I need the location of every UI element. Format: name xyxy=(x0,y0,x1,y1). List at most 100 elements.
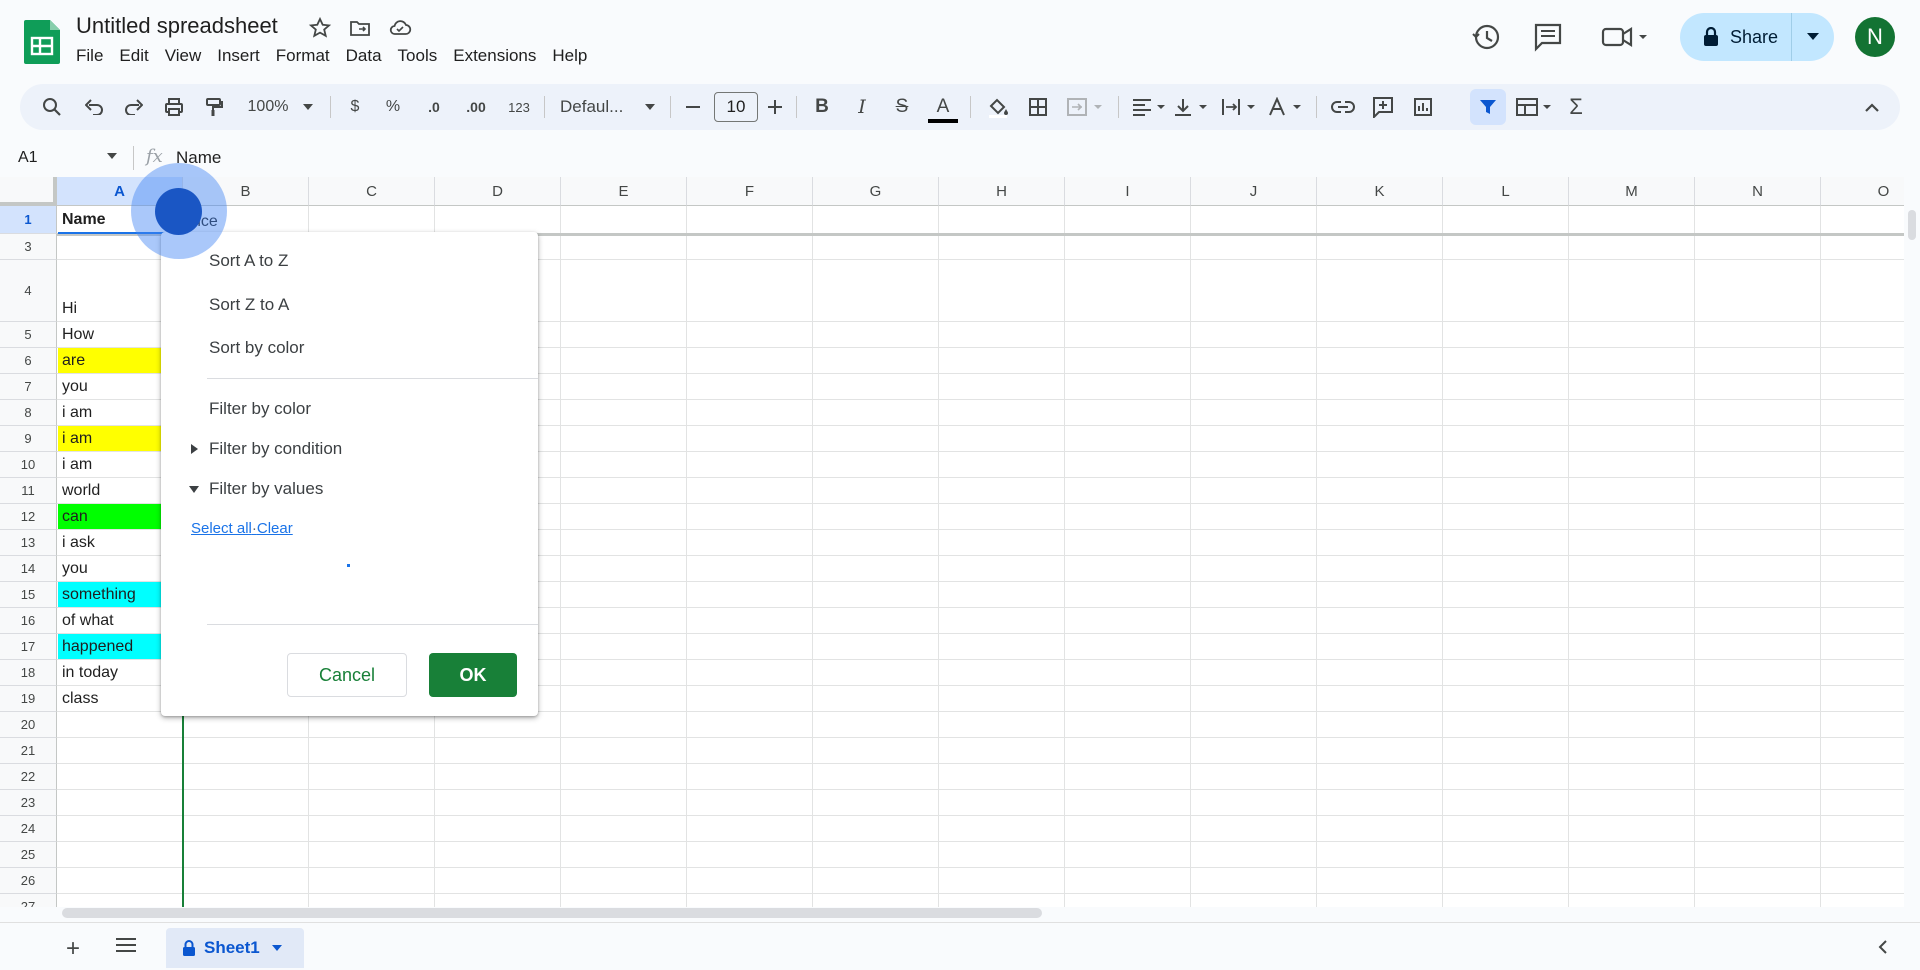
document-title[interactable]: Untitled spreadsheet xyxy=(76,13,278,39)
menu-edit[interactable]: Edit xyxy=(111,46,156,66)
menu-insert[interactable]: Insert xyxy=(209,46,268,66)
column-header-k[interactable]: K xyxy=(1317,177,1443,206)
column-header-g[interactable]: G xyxy=(813,177,939,206)
insert-chart-icon[interactable] xyxy=(1410,95,1436,119)
column-header-o[interactable]: O xyxy=(1821,177,1904,206)
meet-video-icon[interactable] xyxy=(1600,21,1648,53)
row-header-8[interactable]: 8 xyxy=(0,400,57,426)
font-select[interactable]: Defaul... xyxy=(560,95,640,119)
horizontal-align-icon[interactable] xyxy=(1130,95,1170,119)
font-chevron-icon[interactable] xyxy=(644,95,656,119)
select-all-corner[interactable] xyxy=(0,177,57,206)
more-formats-button[interactable]: 123 xyxy=(504,95,534,119)
sheet-tab[interactable]: Sheet1 xyxy=(166,928,304,968)
row-header-22[interactable]: 22 xyxy=(0,764,57,790)
print-icon[interactable] xyxy=(162,95,186,119)
menu-data[interactable]: Data xyxy=(338,46,390,66)
borders-icon[interactable] xyxy=(1026,95,1050,119)
row-header-27[interactable]: 27 xyxy=(0,894,57,907)
row-header-4[interactable]: 4 xyxy=(0,260,57,322)
column-header-e[interactable]: E xyxy=(561,177,687,206)
decrease-decimal-button[interactable]: .0 xyxy=(420,95,448,119)
merge-cells-icon[interactable] xyxy=(1064,95,1108,119)
paint-format-icon[interactable] xyxy=(202,95,226,119)
row-header-7[interactable]: 7 xyxy=(0,374,57,400)
menu-tools[interactable]: Tools xyxy=(390,46,446,66)
row-header-11[interactable]: 11 xyxy=(0,478,57,504)
percent-format-button[interactable]: % xyxy=(384,95,402,119)
row-header-23[interactable]: 23 xyxy=(0,790,57,816)
all-sheets-menu-icon[interactable] xyxy=(116,937,136,953)
functions-button[interactable]: Σ xyxy=(1564,94,1588,119)
row-header-16[interactable]: 16 xyxy=(0,608,57,634)
fill-color-icon[interactable] xyxy=(986,95,1010,119)
row-header-5[interactable]: 5 xyxy=(0,322,57,348)
column-header-j[interactable]: J xyxy=(1191,177,1317,206)
row-header-6[interactable]: 6 xyxy=(0,348,57,374)
row-header-21[interactable]: 21 xyxy=(0,738,57,764)
chevron-down-icon[interactable] xyxy=(271,945,282,951)
menu-help[interactable]: Help xyxy=(544,46,595,66)
row-header-26[interactable]: 26 xyxy=(0,868,57,894)
vertical-scrollbar[interactable] xyxy=(1908,210,1916,240)
collapse-toolbar-icon[interactable] xyxy=(1860,95,1884,119)
sort-z-to-a[interactable]: Sort Z to A xyxy=(209,295,289,315)
column-header-n[interactable]: N xyxy=(1695,177,1821,206)
column-header-l[interactable]: L xyxy=(1443,177,1569,206)
sort-by-color[interactable]: Sort by color xyxy=(209,338,304,358)
filter-by-values[interactable]: Filter by values xyxy=(209,479,323,499)
row-header-25[interactable]: 25 xyxy=(0,842,57,868)
strikethrough-button[interactable]: S xyxy=(890,95,914,119)
zoom-chevron-icon[interactable] xyxy=(302,95,314,119)
row-header-9[interactable]: 9 xyxy=(0,426,57,452)
filter-by-condition[interactable]: Filter by condition xyxy=(209,439,342,459)
increase-font-size-icon[interactable] xyxy=(766,95,784,119)
sort-a-to-z[interactable]: Sort A to Z xyxy=(209,251,288,271)
add-sheet-button[interactable]: + xyxy=(66,935,80,963)
column-header-f[interactable]: F xyxy=(687,177,813,206)
column-header-m[interactable]: M xyxy=(1569,177,1695,206)
zoom-select[interactable]: 100% xyxy=(242,95,294,119)
row-header-19[interactable]: 19 xyxy=(0,686,57,712)
comments-icon[interactable] xyxy=(1532,21,1564,53)
bold-button[interactable]: B xyxy=(810,95,834,119)
share-button[interactable]: Share xyxy=(1680,13,1834,61)
menu-view[interactable]: View xyxy=(157,46,210,66)
increase-decimal-button[interactable]: .00 xyxy=(460,95,492,119)
row-header-17[interactable]: 17 xyxy=(0,634,57,660)
insert-comment-icon[interactable] xyxy=(1370,95,1396,119)
insert-link-icon[interactable] xyxy=(1330,95,1356,119)
share-main[interactable]: Share xyxy=(1680,13,1792,61)
search-menus-icon[interactable] xyxy=(40,95,64,119)
decrease-font-size-icon[interactable] xyxy=(684,95,702,119)
column-header-c[interactable]: C xyxy=(309,177,435,206)
filter-by-color[interactable]: Filter by color xyxy=(209,399,311,419)
version-history-icon[interactable] xyxy=(1470,21,1502,53)
row-header-10[interactable]: 10 xyxy=(0,452,57,478)
font-size-input[interactable]: 10 xyxy=(714,92,758,122)
share-dropdown[interactable] xyxy=(1792,33,1834,41)
filter-views-icon[interactable] xyxy=(1514,95,1558,119)
name-box-chevron-icon[interactable] xyxy=(107,153,117,159)
text-rotation-icon[interactable] xyxy=(1266,95,1306,119)
star-icon[interactable] xyxy=(308,16,332,40)
cancel-button[interactable]: Cancel xyxy=(287,653,407,697)
ok-button[interactable]: OK xyxy=(429,653,517,697)
row-header-14[interactable]: 14 xyxy=(0,556,57,582)
menu-extensions[interactable]: Extensions xyxy=(445,46,544,66)
cloud-saved-icon[interactable] xyxy=(388,16,412,40)
filter-button[interactable] xyxy=(1470,89,1506,125)
currency-format-button[interactable]: $ xyxy=(346,95,364,119)
select-all-link[interactable]: Select all xyxy=(191,520,252,537)
row-header-13[interactable]: 13 xyxy=(0,530,57,556)
account-avatar[interactable]: N xyxy=(1855,17,1895,57)
row-header-20[interactable]: 20 xyxy=(0,712,57,738)
italic-button[interactable]: I xyxy=(850,95,874,119)
chevron-left-icon[interactable] xyxy=(1878,939,1888,955)
row-header-24[interactable]: 24 xyxy=(0,816,57,842)
vertical-align-icon[interactable] xyxy=(1172,95,1212,119)
text-color-button[interactable]: A xyxy=(928,95,958,123)
column-header-d[interactable]: D xyxy=(435,177,561,206)
undo-icon[interactable] xyxy=(82,95,106,119)
text-wrapping-icon[interactable] xyxy=(1220,95,1260,119)
